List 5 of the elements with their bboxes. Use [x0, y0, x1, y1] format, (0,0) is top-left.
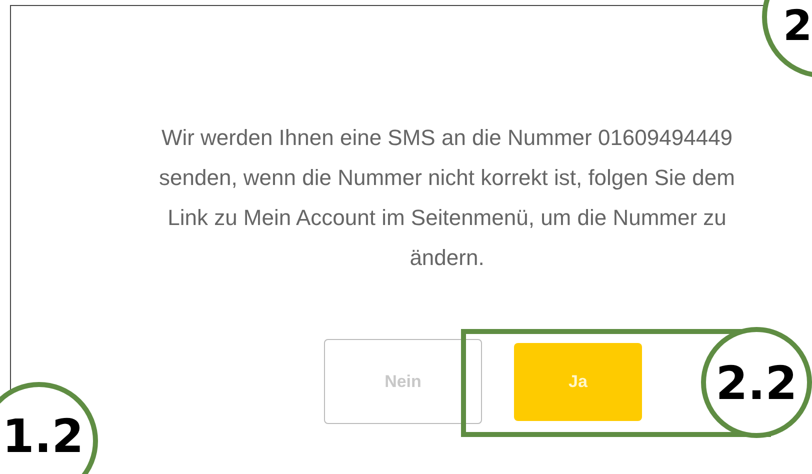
annotation-marker: 1.2	[0, 382, 98, 474]
dialog-message: Wir werden Ihnen eine SMS an die Nummer 01609494449 senden, wenn die Nummer nicht korrekt ist, folgen Sie dem Link zu Mein Account im Seitenmenü, um die Nummer zu ändern.	[158, 124, 736, 272]
dialog-button[interactable]: Ja	[514, 342, 642, 420]
annotation-marker: 2.2	[701, 327, 812, 438]
annotation-marker: 2	[762, 0, 812, 78]
